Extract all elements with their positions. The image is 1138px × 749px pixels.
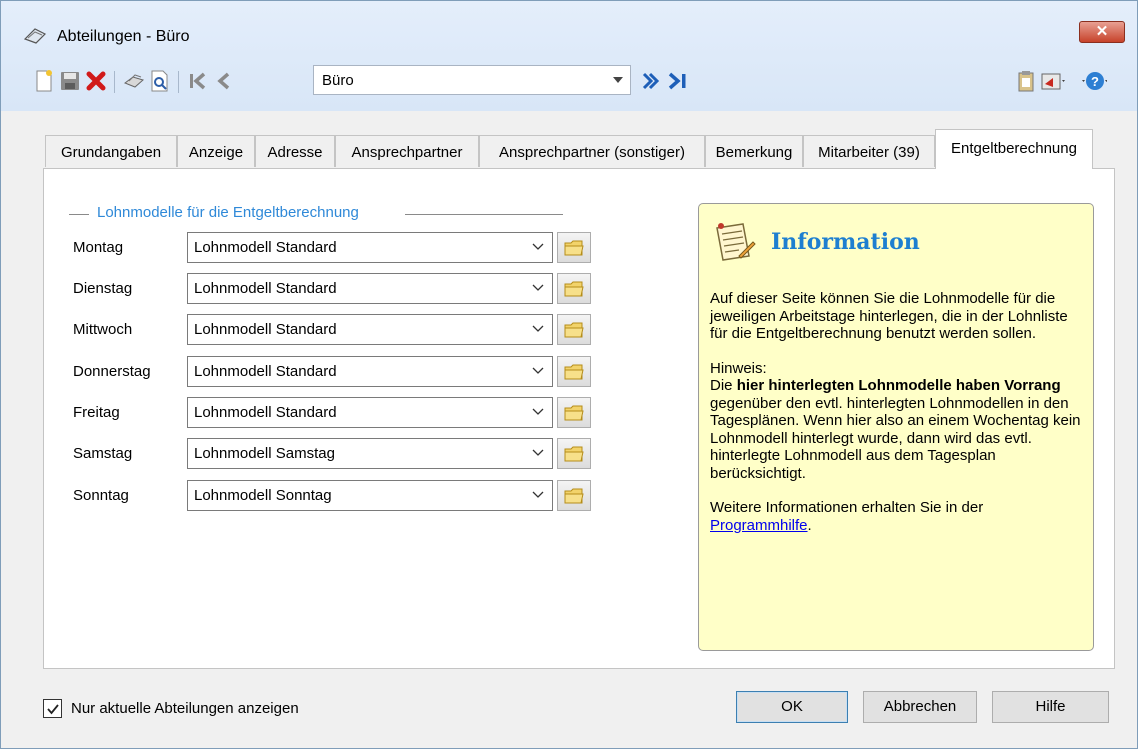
help-button[interactable]: Hilfe bbox=[992, 691, 1109, 723]
chevron-down-icon bbox=[532, 325, 544, 332]
day-label-montag: Montag bbox=[73, 239, 124, 256]
folder-icon bbox=[564, 322, 584, 337]
hint-rest: gegenüber den evtl. hinterlegten Lohnmod… bbox=[710, 394, 1081, 482]
notepad-icon bbox=[716, 223, 756, 261]
chevron-down-icon bbox=[532, 491, 544, 498]
dropdown-arrow-icon bbox=[613, 77, 623, 83]
open-lohnmodell-button[interactable] bbox=[557, 273, 591, 304]
tab-ansprechpartner-sonstiger[interactable]: Ansprechpartner (sonstiger) bbox=[479, 135, 705, 167]
record-select[interactable]: Büro bbox=[313, 65, 631, 95]
select-value: Lohnmodell Sonntag bbox=[194, 487, 332, 504]
lohnmodell-select-samstag[interactable]: Lohnmodell Samstag bbox=[187, 438, 553, 469]
select-value: Lohnmodell Standard bbox=[194, 280, 337, 297]
chevron-down-icon bbox=[532, 449, 544, 456]
ok-button[interactable]: OK bbox=[736, 691, 848, 723]
department-app-icon bbox=[23, 28, 47, 44]
tab-grundangaben[interactable]: Grundangaben bbox=[45, 135, 177, 167]
lohnmodell-select-sonntag[interactable]: Lohnmodell Sonntag bbox=[187, 480, 553, 511]
only-current-checkbox[interactable] bbox=[43, 699, 62, 718]
day-label-donnerstag: Donnerstag bbox=[73, 363, 151, 380]
open-lohnmodell-button[interactable] bbox=[557, 232, 591, 263]
open-lohnmodell-button[interactable] bbox=[557, 397, 591, 428]
toolbar: Büro ? bbox=[1, 61, 1137, 105]
info-hint: Hinweis: Die hier hinterlegten Lohnmodel… bbox=[710, 360, 1088, 483]
select-value: Lohnmodell Standard bbox=[194, 321, 337, 338]
preview-icon[interactable] bbox=[147, 68, 173, 94]
folder-icon bbox=[564, 488, 584, 503]
select-value: Lohnmodell Standard bbox=[194, 404, 337, 421]
dialog-window: Abteilungen - Büro ✕ Büro ? Grundangaben… bbox=[0, 0, 1138, 749]
day-label-freitag: Freitag bbox=[73, 404, 120, 421]
checkmark-icon bbox=[46, 703, 59, 714]
record-select-value: Büro bbox=[322, 72, 354, 89]
info-more: Weitere Informationen erhalten Sie in de… bbox=[710, 499, 1088, 534]
tab-mitarbeiter[interactable]: Mitarbeiter (39) bbox=[803, 135, 935, 167]
group-title: Lohnmodelle für die Entgeltberechnung bbox=[93, 204, 363, 221]
info-body: Auf dieser Seite können Sie die Lohnmode… bbox=[710, 290, 1088, 551]
day-label-dienstag: Dienstag bbox=[73, 280, 133, 297]
folder-icon bbox=[564, 281, 584, 296]
lohnmodell-select-mittwoch[interactable]: Lohnmodell Standard bbox=[187, 314, 553, 345]
chevron-down-icon bbox=[532, 284, 544, 291]
save-icon[interactable] bbox=[57, 68, 83, 94]
chevron-down-icon bbox=[532, 408, 544, 415]
window-title: Abteilungen - Büro bbox=[57, 28, 190, 45]
information-box: Information Auf dieser Seite können Sie … bbox=[698, 203, 1094, 651]
hint-bold: hier hinterlegten Lohnmodelle haben Vorr… bbox=[736, 377, 1061, 394]
title-bar[interactable]: Abteilungen - Büro ✕ bbox=[1, 1, 1137, 53]
lohnmodell-select-dienstag[interactable]: Lohnmodell Standard bbox=[187, 273, 553, 304]
programmhilfe-link[interactable]: Programmhilfe bbox=[710, 517, 808, 534]
open-lohnmodell-button[interactable] bbox=[557, 314, 591, 345]
folder-icon bbox=[564, 405, 584, 420]
tab-anzeige[interactable]: Anzeige bbox=[177, 135, 255, 167]
print-icon[interactable] bbox=[121, 68, 147, 94]
lohnmodell-select-freitag[interactable]: Lohnmodell Standard bbox=[187, 397, 553, 428]
more-text: Weitere Informationen erhalten Sie in de… bbox=[710, 499, 984, 516]
hint-label: Hinweis: bbox=[710, 359, 767, 377]
day-label-samstag: Samstag bbox=[73, 445, 133, 462]
select-value: Lohnmodell Standard bbox=[194, 363, 337, 380]
help-icon[interactable]: ? bbox=[1081, 68, 1107, 94]
chevron-down-icon bbox=[532, 367, 544, 374]
clipboard-icon[interactable] bbox=[1013, 68, 1039, 94]
lohnmodell-select-montag[interactable]: Lohnmodell Standard bbox=[187, 232, 553, 263]
export-icon[interactable] bbox=[1041, 68, 1067, 94]
day-label-sonntag: Sonntag bbox=[73, 487, 129, 504]
open-lohnmodell-button[interactable] bbox=[557, 438, 591, 469]
info-paragraph: Auf dieser Seite können Sie die Lohnmode… bbox=[710, 290, 1068, 342]
chevron-down-icon bbox=[532, 243, 544, 250]
group-divider bbox=[405, 214, 563, 215]
only-current-checkbox-label[interactable]: Nur aktuelle Abteilungen anzeigen bbox=[71, 700, 299, 717]
lohnmodell-select-donnerstag[interactable]: Lohnmodell Standard bbox=[187, 356, 553, 387]
day-label-mittwoch: Mittwoch bbox=[73, 321, 133, 338]
first-record-icon[interactable] bbox=[185, 68, 211, 94]
group-divider bbox=[69, 214, 89, 215]
folder-icon bbox=[564, 240, 584, 255]
select-value: Lohnmodell Samstag bbox=[194, 445, 335, 462]
close-button[interactable]: ✕ bbox=[1079, 21, 1125, 43]
open-lohnmodell-button[interactable] bbox=[557, 356, 591, 387]
tab-ansprechpartner[interactable]: Ansprechpartner bbox=[335, 135, 479, 167]
info-heading: Information bbox=[771, 229, 920, 255]
delete-icon[interactable] bbox=[83, 68, 109, 94]
tab-bemerkung[interactable]: Bemerkung bbox=[705, 135, 803, 167]
svg-text:?: ? bbox=[1091, 74, 1099, 89]
link-suffix: . bbox=[807, 516, 812, 534]
previous-record-icon[interactable] bbox=[211, 68, 237, 94]
next-record-icon[interactable] bbox=[637, 68, 663, 94]
open-lohnmodell-button[interactable] bbox=[557, 480, 591, 511]
hint-prefix: Die bbox=[710, 377, 737, 394]
tab-adresse[interactable]: Adresse bbox=[255, 135, 335, 167]
select-value: Lohnmodell Standard bbox=[194, 239, 337, 256]
tab-entgeltberechnung[interactable]: Entgeltberechnung bbox=[935, 129, 1093, 169]
folder-icon bbox=[564, 446, 584, 461]
folder-icon bbox=[564, 364, 584, 379]
new-icon[interactable] bbox=[31, 68, 57, 94]
last-record-icon[interactable] bbox=[665, 68, 691, 94]
cancel-button[interactable]: Abbrechen bbox=[863, 691, 977, 723]
